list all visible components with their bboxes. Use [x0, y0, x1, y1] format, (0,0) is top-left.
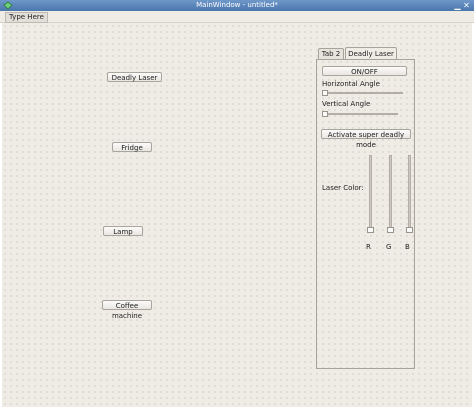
- close-icon[interactable]: ✕: [462, 0, 471, 11]
- onoff-button[interactable]: ON/OFF: [322, 66, 407, 76]
- vertical-angle-slider[interactable]: [324, 113, 398, 115]
- coffee-machine-button[interactable]: Coffee machine: [102, 300, 152, 320]
- super-deadly-mode-button[interactable]: Activate super deadly mode: [321, 129, 411, 149]
- deadly-laser-button[interactable]: Deadly Laser: [107, 72, 162, 82]
- red-slider-handle[interactable]: [367, 227, 374, 233]
- horizontal-angle-handle[interactable]: [322, 90, 328, 96]
- fridge-button[interactable]: Fridge: [112, 142, 152, 152]
- menu-bar: Type Here: [0, 11, 474, 23]
- laser-color-label: Laser Color:: [322, 184, 364, 192]
- title-bar: MainWindow - untitled* ▁ ✕: [0, 0, 474, 11]
- horizontal-angle-slider[interactable]: [324, 92, 403, 94]
- red-slider[interactable]: [369, 155, 372, 232]
- red-label: R: [366, 243, 371, 251]
- minimize-icon[interactable]: ▁: [453, 0, 462, 11]
- vertical-angle-handle[interactable]: [322, 111, 328, 117]
- blue-slider[interactable]: [408, 155, 411, 232]
- tab-2[interactable]: Tab 2: [318, 48, 344, 59]
- menu-type-here[interactable]: Type Here: [5, 12, 48, 23]
- lamp-button[interactable]: Lamp: [103, 226, 143, 236]
- blue-slider-handle[interactable]: [406, 227, 413, 233]
- green-slider[interactable]: [389, 155, 392, 232]
- green-label: G: [386, 243, 392, 251]
- window-title: MainWindow - untitled*: [196, 1, 278, 9]
- vertical-angle-label: Vertical Angle: [322, 100, 371, 108]
- blue-label: B: [405, 243, 410, 251]
- main-window: MainWindow - untitled* ▁ ✕ Type Here Dead…: [0, 0, 474, 409]
- horizontal-angle-label: Horizontal Angle: [322, 80, 380, 88]
- green-slider-handle[interactable]: [387, 227, 394, 233]
